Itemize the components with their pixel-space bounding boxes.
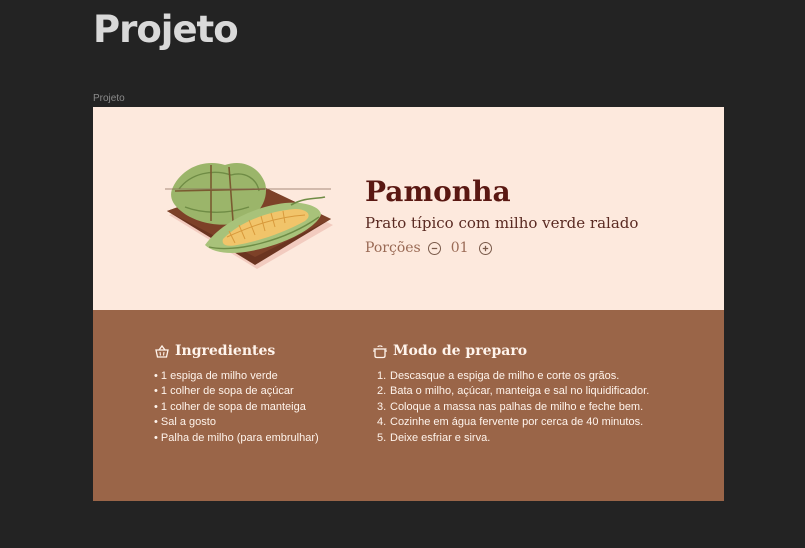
servings-label: Porções: [365, 240, 421, 256]
basket-icon: [155, 344, 169, 358]
step-number: 3.: [377, 400, 387, 413]
ingredients-heading: Ingredientes: [154, 343, 275, 359]
step-text: Deixe esfriar e sirva.: [390, 431, 491, 444]
recipe-title: Pamonha: [365, 175, 511, 208]
preparation-heading-label: Modo de preparo: [393, 343, 528, 359]
step-number: 2.: [377, 385, 387, 398]
ingredient-item: Sal a gosto: [154, 415, 319, 430]
ingredient-item: Palha de milho (para embrulhar): [154, 431, 319, 446]
cooking-pot-icon: [373, 345, 387, 359]
preparation-step: 2. Bata o milho, açúcar, manteiga e sal n…: [377, 384, 649, 399]
step-number: 1.: [377, 370, 387, 382]
preparation-heading: Modo de preparo: [372, 343, 527, 359]
increase-servings-button[interactable]: [478, 241, 492, 255]
pamonha-illustration: [165, 163, 333, 269]
minus-icon: [431, 247, 437, 249]
frame-label[interactable]: Projeto: [93, 93, 125, 104]
recipe-hero: Pamonha Prato típico com milho verde ral…: [93, 107, 724, 310]
plus-icon: [482, 245, 488, 251]
preparation-steps: 1. Descasque a espiga de milho e corte os…: [377, 369, 649, 446]
recipe-card: Pamonha Prato típico com milho verde ral…: [93, 107, 724, 501]
preparation-step: 1. Descasque a espiga de milho e corte os…: [377, 369, 649, 384]
step-number: 4.: [377, 416, 387, 429]
step-number: 5.: [377, 431, 387, 444]
recipe-subtitle: Prato típico com milho verde ralado: [365, 214, 639, 232]
ingredient-item: 1 colher de sopa de açúcar: [154, 384, 319, 399]
step-text: Cozinhe em água fervente por cerca de 40…: [390, 416, 644, 429]
page-title: Projeto: [93, 8, 239, 51]
ingredients-heading-label: Ingredientes: [175, 343, 276, 359]
step-text: Coloque a massa nas palhas de milho e fe…: [390, 400, 644, 413]
step-text: Bata o milho, açúcar, manteiga e sal no …: [390, 385, 650, 398]
preparation-step: 4. Cozinhe em água fervente por cerca de …: [377, 415, 649, 430]
servings-value: 01: [450, 240, 469, 256]
preparation-step: 5. Deixe esfriar e sirva.: [377, 431, 649, 446]
decrease-servings-button[interactable]: [427, 241, 441, 255]
recipe-details: Ingredientes 1 espiga de milho verde 1 c…: [93, 310, 724, 501]
ingredient-item: 1 colher de sopa de manteiga: [154, 400, 319, 415]
ingredient-item: 1 espiga de milho verde: [154, 369, 319, 384]
preparation-step: 3. Coloque a massa nas palhas de milho e …: [377, 400, 649, 415]
ingredients-list: 1 espiga de milho verde 1 colher de sopa…: [154, 369, 319, 446]
servings-stepper: Porções 01: [365, 240, 492, 256]
step-text: Descasque a espiga de milho e corte os g…: [390, 370, 620, 382]
